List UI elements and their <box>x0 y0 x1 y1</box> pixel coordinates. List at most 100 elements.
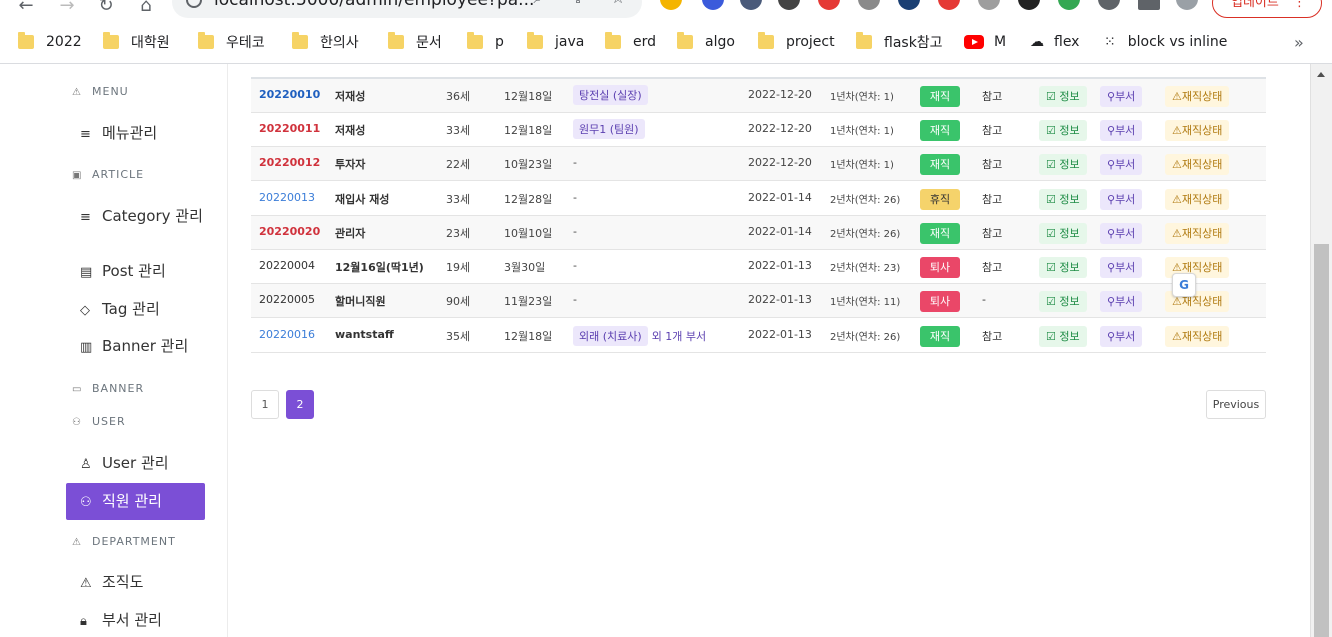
scroll-up-icon[interactable] <box>1317 72 1325 77</box>
dept-more-link[interactable]: 외 1개 부서 <box>652 330 706 343</box>
dept-button[interactable]: ⚲부서 <box>1100 257 1143 278</box>
sidebar-item-user-manage[interactable]: ♙ User 관리 <box>66 452 205 476</box>
sidebar-item-banner-manage[interactable]: ▥ Banner 관리 <box>66 335 205 359</box>
table-row: 20220010 저재성 36세 12월18일 탕전실 (실장) 2022-12-20 1년… <box>251 79 1266 113</box>
bookmark-item[interactable]: 우테코 <box>198 32 265 52</box>
employee-birthday: 10월10일 <box>504 227 553 240</box>
employee-id-link[interactable]: 20220020 <box>259 225 320 238</box>
status-button[interactable]: ⚠재직상태 <box>1165 326 1230 347</box>
side-panel-icon[interactable] <box>1138 0 1160 10</box>
bookmarks-overflow-icon[interactable]: » <box>1294 32 1304 52</box>
table-row: 20220011 저재성 33세 12월18일 원무1 (팀원) 2022-12-20 1년… <box>251 113 1266 147</box>
search-icon[interactable]: ⌕ <box>528 0 548 8</box>
sidebar-item-employee-manage[interactable]: ⚇ 직원 관리 <box>66 483 205 520</box>
extension-icon[interactable] <box>858 0 880 10</box>
info-button[interactable]: ☑ 정보 <box>1039 223 1087 244</box>
extension-icon[interactable] <box>1058 0 1080 10</box>
dept-button[interactable]: ⚲부서 <box>1100 326 1143 347</box>
home-icon[interactable]: ⌂ <box>134 0 158 18</box>
sidebar-item-menu-manage[interactable]: ≡ 메뉴관리 <box>66 122 205 146</box>
employee-id-link[interactable]: 20220010 <box>259 88 320 101</box>
bookmark-item[interactable]: p <box>467 32 504 52</box>
info-button[interactable]: ☑ 정보 <box>1039 154 1087 175</box>
bookmark-label: algo <box>705 34 735 50</box>
translate-icon[interactable]: G <box>1172 273 1196 297</box>
extension-icon[interactable] <box>938 0 960 10</box>
address-bar[interactable]: localhost:5000/admin/employee?pa... ⌕ ⇪ … <box>172 0 642 18</box>
site-info-icon[interactable] <box>186 0 202 8</box>
dept-button[interactable]: ⚲부서 <box>1100 291 1143 312</box>
main-content: 20220010 저재성 36세 12월18일 탕전실 (실장) 2022-12-20 1년… <box>228 64 1310 637</box>
employee-join-date: 2022-12-20 <box>748 156 812 169</box>
lock-icon: 🔒︎ <box>80 614 87 629</box>
info-button[interactable]: ☑ 정보 <box>1039 291 1087 312</box>
bookmark-item[interactable]: 한의사 <box>292 32 359 52</box>
bookmark-item[interactable]: flask참고 <box>856 32 943 52</box>
status-button[interactable]: ⚠재직상태 <box>1165 154 1230 175</box>
info-button[interactable]: ☑ 정보 <box>1039 326 1087 347</box>
avatar[interactable] <box>1176 0 1198 10</box>
employee-id-link[interactable]: 20220004 <box>259 259 315 272</box>
update-button[interactable]: 업데이트 ⋮ <box>1212 0 1322 18</box>
extension-icon[interactable] <box>978 0 1000 10</box>
page-button[interactable]: 1 <box>251 390 279 419</box>
bookmark-item[interactable]: project <box>758 32 835 52</box>
bookmark-star-icon[interactable]: ☆ <box>608 0 628 8</box>
employee-age: 36세 <box>446 90 471 103</box>
bookmark-item[interactable]: 문서 <box>388 32 442 52</box>
bookmark-item[interactable]: algo <box>677 32 735 52</box>
sidebar-item-category-manage[interactable]: ≡ Category 관리 <box>66 205 205 229</box>
bookmark-item[interactable]: M <box>964 32 1006 52</box>
employee-dept: 탕전실 (실장) <box>573 85 648 105</box>
bookmark-item[interactable]: java <box>527 32 584 52</box>
bookmark-item[interactable]: erd <box>605 32 656 52</box>
extension-icon[interactable] <box>818 0 840 10</box>
folder-icon <box>292 32 308 49</box>
dept-label: 부서 <box>1115 90 1136 103</box>
info-button[interactable]: ☑ 정보 <box>1039 86 1087 107</box>
page-button-active[interactable]: 2 <box>286 390 314 419</box>
browser-nav-row: ← → ↻ ⌂ localhost:5000/admin/employee?pa… <box>0 0 1332 18</box>
status-button[interactable]: ⚠재직상태 <box>1165 223 1230 244</box>
status-button[interactable]: ⚠재직상태 <box>1165 120 1230 141</box>
reload-icon[interactable]: ↻ <box>94 0 118 18</box>
puzzle-icon[interactable] <box>1098 0 1120 10</box>
info-button[interactable]: ☑ 정보 <box>1039 189 1087 210</box>
dept-button[interactable]: ⚲부서 <box>1100 120 1143 141</box>
bookmark-item[interactable]: ⁙ block vs inline <box>1104 32 1227 52</box>
extension-icon[interactable] <box>702 0 724 10</box>
status-label: 재직상태 <box>1181 124 1223 137</box>
extension-icon[interactable] <box>778 0 800 10</box>
status-button[interactable]: ⚠재직상태 <box>1165 86 1230 107</box>
scroll-thumb[interactable] <box>1314 244 1329 637</box>
extension-icon[interactable] <box>1018 0 1040 10</box>
dept-button[interactable]: ⚲부서 <box>1100 189 1143 210</box>
sidebar-item-tag-manage[interactable]: ◇ Tag 관리 <box>66 298 205 322</box>
sidebar-item-post-manage[interactable]: ▤ Post 관리 <box>66 260 205 284</box>
forward-arrow-icon[interactable]: → <box>55 0 79 18</box>
sidebar-item-org-chart[interactable]: ⚠ 조직도 <box>66 571 205 595</box>
employee-id-link[interactable]: 20220012 <box>259 156 320 169</box>
bookmark-item[interactable]: 대학원 <box>103 32 170 52</box>
sidebar-item-dept-manage[interactable]: 🔒︎ 부서 관리 <box>66 609 205 633</box>
previous-button[interactable]: Previous <box>1206 390 1266 419</box>
dept-button[interactable]: ⚲부서 <box>1100 86 1143 107</box>
back-arrow-icon[interactable]: ← <box>14 0 38 18</box>
extension-icon[interactable] <box>740 0 762 10</box>
status-button[interactable]: ⚠재직상태 <box>1165 189 1230 210</box>
extension-icon[interactable] <box>660 0 682 10</box>
address-url[interactable]: localhost:5000/admin/employee?pa... <box>214 0 534 10</box>
share-icon[interactable]: ⇪ <box>568 0 588 8</box>
extension-icon[interactable] <box>898 0 920 10</box>
dept-button[interactable]: ⚲부서 <box>1100 223 1143 244</box>
employee-id-link[interactable]: 20220011 <box>259 122 320 135</box>
info-button[interactable]: ☑ 정보 <box>1039 120 1087 141</box>
dept-button[interactable]: ⚲부서 <box>1100 154 1143 175</box>
info-button[interactable]: ☑ 정보 <box>1039 257 1087 278</box>
employee-id-link[interactable]: 20220005 <box>259 293 315 306</box>
employee-id-link[interactable]: 20220016 <box>259 328 315 341</box>
employee-id-link[interactable]: 20220013 <box>259 191 315 204</box>
scrollbar[interactable] <box>1310 64 1332 637</box>
bookmark-item[interactable]: 2022 <box>18 32 82 52</box>
bookmark-item[interactable]: ☁ flex <box>1030 32 1079 52</box>
